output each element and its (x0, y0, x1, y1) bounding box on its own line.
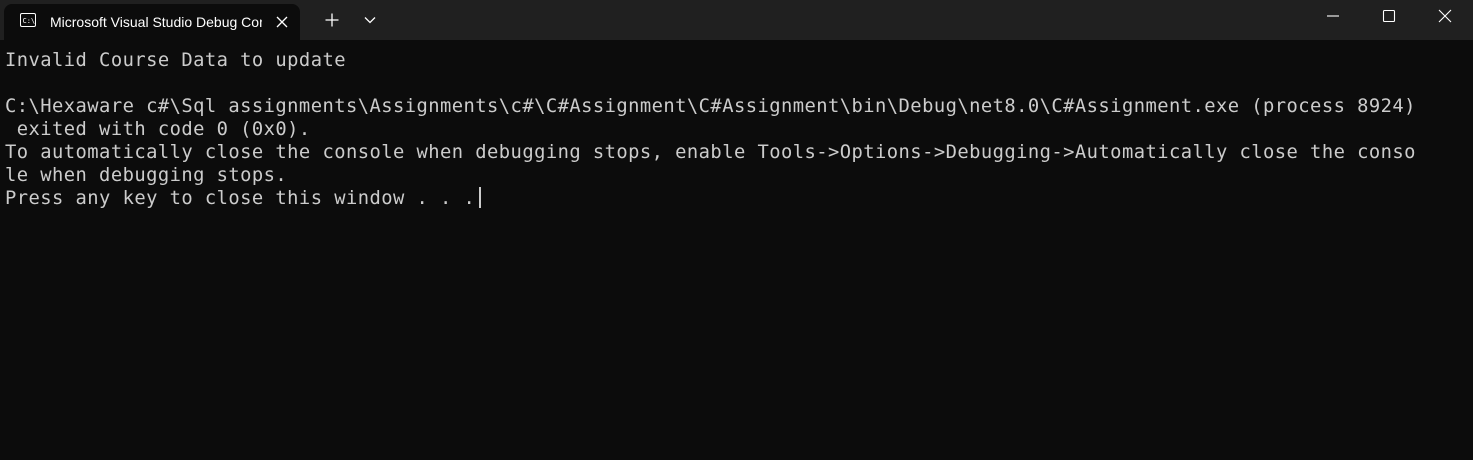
console-output[interactable]: Invalid Course Data to update C:\Hexawar… (0, 40, 1473, 460)
title-bar[interactable]: C:\ Microsoft Visual Studio Debug Consol… (0, 0, 1473, 40)
console-line: C:\Hexaware c#\Sql assignments\Assignmen… (5, 96, 1416, 117)
close-icon[interactable] (272, 12, 292, 32)
console-line: exited with code 0 (0x0). (5, 119, 311, 140)
console-prompt-line: Press any key to close this window . . . (5, 187, 482, 210)
text-cursor (479, 187, 482, 208)
minimize-icon[interactable] (1305, 0, 1361, 32)
terminal-window: C:\ Microsoft Visual Studio Debug Consol… (0, 0, 1473, 460)
tab-title: Microsoft Visual Studio Debug Console (50, 14, 262, 30)
console-line: le when debugging stops. (5, 165, 288, 186)
plus-icon[interactable] (318, 6, 346, 34)
console-icon: C:\ (20, 13, 36, 27)
svg-text:C:\: C:\ (23, 17, 36, 25)
console-line: To automatically close the console when … (5, 142, 1416, 163)
chevron-down-icon[interactable] (356, 6, 384, 34)
console-line: Invalid Course Data to update (5, 50, 346, 71)
maximize-icon[interactable] (1361, 0, 1417, 32)
tab-debug-console[interactable]: C:\ Microsoft Visual Studio Debug Consol… (4, 4, 300, 40)
close-icon[interactable] (1417, 0, 1473, 32)
console-line: Press any key to close this window . . . (5, 188, 476, 209)
